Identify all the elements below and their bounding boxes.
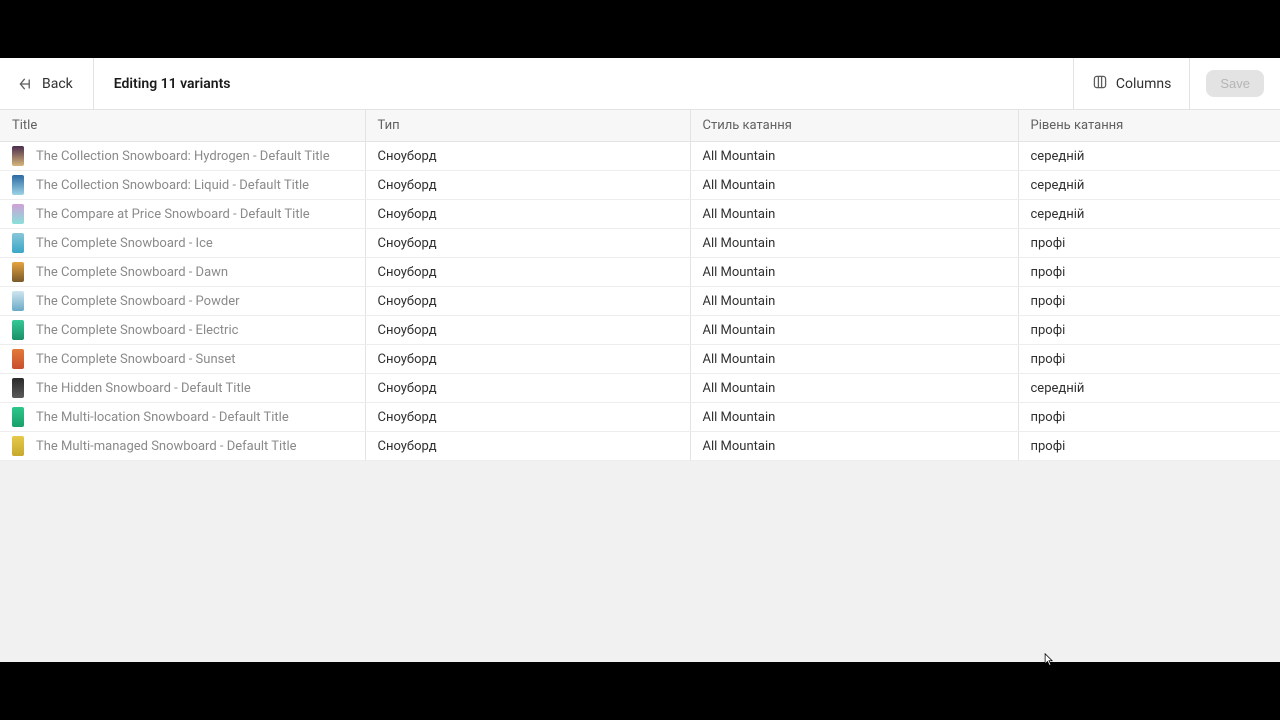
cell-type[interactable]: Сноуборд: [365, 316, 690, 345]
cell-title[interactable]: The Complete Snowboard - Ice: [0, 229, 365, 258]
cell-title[interactable]: The Multi-location Snowboard - Default T…: [0, 403, 365, 432]
cell-title[interactable]: The Multi-managed Snowboard - Default Ti…: [0, 432, 365, 461]
cell-style[interactable]: All Mountain: [690, 403, 1018, 432]
product-thumbnail: [12, 436, 24, 456]
cell-level[interactable]: профі: [1018, 287, 1280, 316]
row-title-text: The Collection Snowboard: Hydrogen - Def…: [36, 149, 330, 164]
product-thumbnail: [12, 320, 24, 340]
header-bar: Back Editing 11 variants Columns Save: [0, 58, 1280, 110]
cell-level[interactable]: середній: [1018, 171, 1280, 200]
cell-type[interactable]: Сноуборд: [365, 171, 690, 200]
table-row[interactable]: The Complete Snowboard - Sunset СноубордA…: [0, 345, 1280, 374]
cell-level[interactable]: профі: [1018, 432, 1280, 461]
table-row[interactable]: The Multi-managed Snowboard - Default Ti…: [0, 432, 1280, 461]
cell-level[interactable]: середній: [1018, 142, 1280, 171]
row-title-text: The Multi-managed Snowboard - Default Ti…: [36, 439, 297, 454]
table-row[interactable]: The Complete Snowboard - Ice СноубордAll …: [0, 229, 1280, 258]
row-title-text: The Hidden Snowboard - Default Title: [36, 381, 251, 396]
table-row[interactable]: The Collection Snowboard: Liquid - Defau…: [0, 171, 1280, 200]
product-thumbnail: [12, 233, 24, 253]
row-title-text: The Complete Snowboard - Dawn: [36, 265, 228, 280]
row-title-text: The Complete Snowboard - Electric: [36, 323, 238, 338]
cell-level[interactable]: середній: [1018, 200, 1280, 229]
product-thumbnail: [12, 175, 24, 195]
cell-title[interactable]: The Complete Snowboard - Powder: [0, 287, 365, 316]
cell-type[interactable]: Сноуборд: [365, 403, 690, 432]
product-thumbnail: [12, 146, 24, 166]
product-thumbnail: [12, 349, 24, 369]
back-icon: [18, 76, 34, 92]
cell-level[interactable]: профі: [1018, 403, 1280, 432]
cell-style[interactable]: All Mountain: [690, 229, 1018, 258]
cell-style[interactable]: All Mountain: [690, 432, 1018, 461]
columns-icon: [1092, 74, 1108, 94]
back-button[interactable]: Back: [0, 58, 94, 109]
cell-title[interactable]: The Collection Snowboard: Hydrogen - Def…: [0, 142, 365, 171]
columns-label: Columns: [1116, 76, 1171, 92]
cell-title[interactable]: The Complete Snowboard - Dawn: [0, 258, 365, 287]
page-title: Editing 11 variants: [94, 76, 231, 92]
cell-level[interactable]: профі: [1018, 345, 1280, 374]
cell-level[interactable]: середній: [1018, 374, 1280, 403]
columns-button[interactable]: Columns: [1073, 58, 1189, 109]
cell-style[interactable]: All Mountain: [690, 316, 1018, 345]
product-thumbnail: [12, 262, 24, 282]
table-row[interactable]: The Hidden Snowboard - Default Title Сноу…: [0, 374, 1280, 403]
col-header-title[interactable]: Title: [0, 110, 365, 142]
table-row[interactable]: The Multi-location Snowboard - Default T…: [0, 403, 1280, 432]
table-row[interactable]: The Compare at Price Snowboard - Default…: [0, 200, 1280, 229]
col-header-type[interactable]: Тип: [365, 110, 690, 142]
save-button[interactable]: Save: [1206, 70, 1264, 97]
product-thumbnail: [12, 291, 24, 311]
row-title-text: The Multi-location Snowboard - Default T…: [36, 410, 289, 425]
product-thumbnail: [12, 378, 24, 398]
table-row[interactable]: The Collection Snowboard: Hydrogen - Def…: [0, 142, 1280, 171]
cell-type[interactable]: Сноуборд: [365, 345, 690, 374]
table-row[interactable]: The Complete Snowboard - Electric Сноубор…: [0, 316, 1280, 345]
cell-style[interactable]: All Mountain: [690, 200, 1018, 229]
cell-type[interactable]: Сноуборд: [365, 432, 690, 461]
cell-level[interactable]: профі: [1018, 316, 1280, 345]
cell-type[interactable]: Сноуборд: [365, 374, 690, 403]
product-thumbnail: [12, 407, 24, 427]
variants-table-wrap: Title Тип Стиль катання Рівень катання T…: [0, 110, 1280, 662]
cell-title[interactable]: The Complete Snowboard - Electric: [0, 316, 365, 345]
cell-title[interactable]: The Compare at Price Snowboard - Default…: [0, 200, 365, 229]
table-row[interactable]: The Complete Snowboard - Dawn СноубордAll…: [0, 258, 1280, 287]
table-header-row: Title Тип Стиль катання Рівень катання: [0, 110, 1280, 142]
app-frame: Back Editing 11 variants Columns Save: [0, 58, 1280, 662]
cell-type[interactable]: Сноуборд: [365, 142, 690, 171]
cell-type[interactable]: Сноуборд: [365, 229, 690, 258]
cell-title[interactable]: The Complete Snowboard - Sunset: [0, 345, 365, 374]
cell-style[interactable]: All Mountain: [690, 345, 1018, 374]
cell-level[interactable]: профі: [1018, 258, 1280, 287]
col-header-level[interactable]: Рівень катання: [1018, 110, 1280, 142]
cell-style[interactable]: All Mountain: [690, 258, 1018, 287]
cell-type[interactable]: Сноуборд: [365, 287, 690, 316]
col-header-style[interactable]: Стиль катання: [690, 110, 1018, 142]
row-title-text: The Collection Snowboard: Liquid - Defau…: [36, 178, 309, 193]
row-title-text: The Complete Snowboard - Ice: [36, 236, 213, 251]
cell-style[interactable]: All Mountain: [690, 287, 1018, 316]
cell-level[interactable]: профі: [1018, 229, 1280, 258]
cell-style[interactable]: All Mountain: [690, 374, 1018, 403]
row-title-text: The Complete Snowboard - Sunset: [36, 352, 235, 367]
row-title-text: The Compare at Price Snowboard - Default…: [36, 207, 310, 222]
cell-style[interactable]: All Mountain: [690, 142, 1018, 171]
cell-title[interactable]: The Collection Snowboard: Liquid - Defau…: [0, 171, 365, 200]
back-label: Back: [42, 76, 73, 92]
row-title-text: The Complete Snowboard - Powder: [36, 294, 240, 309]
cell-type[interactable]: Сноуборд: [365, 258, 690, 287]
table-row[interactable]: The Complete Snowboard - Powder СноубордA…: [0, 287, 1280, 316]
product-thumbnail: [12, 204, 24, 224]
cell-type[interactable]: Сноуборд: [365, 200, 690, 229]
variants-table: Title Тип Стиль катання Рівень катання T…: [0, 110, 1280, 461]
cell-style[interactable]: All Mountain: [690, 171, 1018, 200]
cell-title[interactable]: The Hidden Snowboard - Default Title: [0, 374, 365, 403]
